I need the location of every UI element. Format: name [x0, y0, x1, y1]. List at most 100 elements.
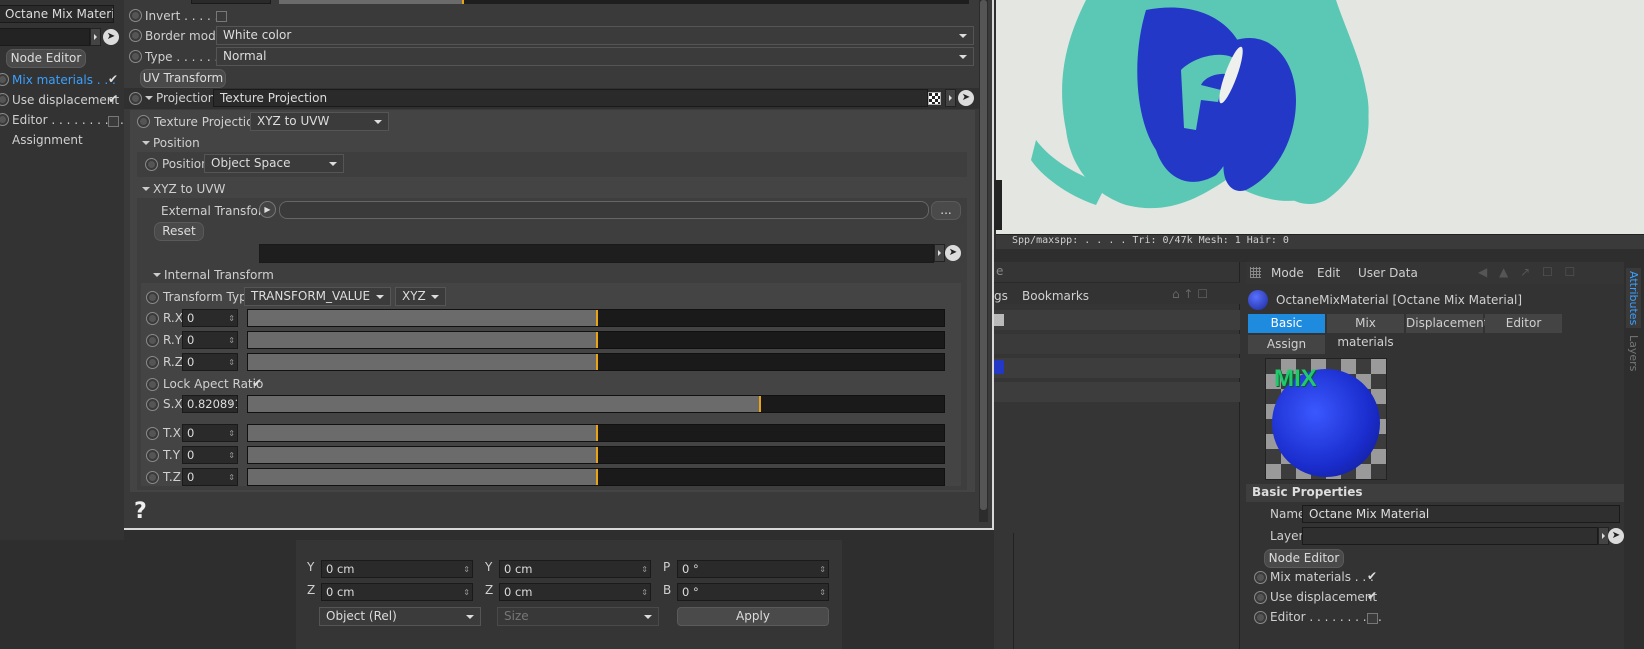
projection-radio[interactable]	[129, 92, 142, 105]
left-node-editor-button[interactable]: Node Editor	[6, 49, 86, 68]
row-rx-value-field[interactable]: 0	[182, 309, 238, 327]
side-tab-attributes[interactable]: Attributes	[1626, 268, 1641, 329]
attr-mix-materials-radio[interactable]	[1254, 571, 1267, 584]
name-field[interactable]: Octane Mix Material	[1302, 505, 1620, 523]
row-tz-slider[interactable]	[247, 468, 945, 486]
row-tx-value-field[interactable]: 0	[182, 424, 238, 442]
bookmarks-menu[interactable]: Bookmarks	[1022, 289, 1089, 303]
basic-properties-header[interactable]: Basic Properties	[1246, 484, 1624, 502]
use-displacement-check-icon[interactable]: ✔	[108, 92, 118, 106]
coordinate-mode-dropdown[interactable]: Object (Rel)	[319, 607, 481, 626]
tab-partial-tags[interactable]: gs	[994, 289, 1008, 303]
tab-mix-materials[interactable]: Mix materials	[1327, 314, 1404, 349]
reset-button[interactable]: Reset	[154, 222, 204, 241]
type-radio[interactable]	[129, 50, 142, 63]
menu-edit[interactable]: Edit	[1317, 266, 1340, 280]
material-title-field[interactable]: Octane Mix Material	[0, 5, 114, 23]
external-transform-field[interactable]	[279, 201, 929, 219]
attr-use-displacement-radio[interactable]	[1254, 591, 1267, 604]
slider-marker[interactable]	[596, 354, 598, 370]
row-tz-value-field[interactable]: 0	[182, 468, 238, 486]
row-ty-value-field[interactable]: 0	[182, 446, 238, 464]
row-sx-value-field[interactable]: 0.820891	[182, 395, 238, 413]
projection-pick-icon[interactable]: ➤	[958, 90, 974, 106]
use-displacement-radio[interactable]	[0, 93, 9, 106]
row-rx-radio[interactable]	[146, 312, 159, 325]
invert-checkbox[interactable]	[216, 11, 227, 22]
attr-editor-checkbox[interactable]	[1367, 613, 1378, 624]
menu-mode[interactable]: Mode	[1271, 266, 1304, 280]
projection-label[interactable]: Projection	[145, 91, 215, 105]
tab-displacement[interactable]: Displacement	[1406, 314, 1489, 333]
row-ry-radio[interactable]	[146, 334, 159, 347]
row-ty-radio[interactable]	[146, 449, 159, 462]
rotation-b-field[interactable]: 0 °	[677, 583, 829, 601]
position-radio[interactable]	[145, 158, 158, 171]
projection-value-field[interactable]: Texture Projection	[213, 89, 928, 107]
row-rz-value-field[interactable]: 0	[182, 353, 238, 371]
slider-marker[interactable]	[596, 310, 598, 326]
side-tab-layers[interactable]: Layers	[1626, 332, 1641, 374]
row-rz-radio[interactable]	[146, 356, 159, 369]
texture-projection-dropdown[interactable]: XYZ to UVW	[250, 112, 389, 131]
row-rz-slider[interactable]	[247, 353, 945, 371]
left-field-arrow[interactable]	[90, 28, 101, 46]
position-group-header[interactable]: Position	[142, 136, 200, 150]
tab-basic[interactable]: Basic	[1248, 314, 1325, 333]
border-mode-radio[interactable]	[129, 29, 142, 42]
row-ty-slider[interactable]	[247, 446, 945, 464]
object-row[interactable]	[994, 310, 1240, 330]
uv-transform-button[interactable]: UV Transform	[140, 69, 226, 88]
row-rx-slider[interactable]	[247, 309, 945, 327]
tab-editor[interactable]: Editor	[1485, 314, 1562, 333]
border-mode-dropdown[interactable]: White color	[216, 26, 974, 45]
projection-arrow-button[interactable]	[945, 89, 956, 107]
lock-aspect-check-icon[interactable]: ✔	[252, 376, 262, 390]
row-tx-slider[interactable]	[247, 424, 945, 442]
size-z-field[interactable]: 0 cm	[499, 583, 651, 601]
rotation-p-field[interactable]: 0 °	[677, 560, 829, 578]
invert-radio[interactable]	[129, 9, 142, 22]
slider-marker[interactable]	[596, 425, 598, 441]
object-row[interactable]	[994, 334, 1240, 354]
dialog-scrollbar[interactable]	[979, 0, 988, 522]
row-ry-value-field[interactable]: 0	[182, 331, 238, 349]
left-empty-field[interactable]	[0, 28, 90, 46]
row-sx-radio[interactable]	[146, 398, 159, 411]
apply-button[interactable]: Apply	[677, 607, 829, 626]
position-y-field[interactable]: 0 cm	[321, 560, 473, 578]
texture-projection-radio[interactable]	[137, 115, 150, 128]
material-tag-icon[interactable]	[994, 360, 1004, 374]
nav-arrows-icon[interactable]: ⌂ ↑ ☐	[1172, 287, 1208, 301]
external-transform-arrow[interactable]: ▶	[259, 201, 276, 218]
slider-marker[interactable]	[758, 396, 761, 412]
internal-group-header[interactable]: Internal Transform	[153, 268, 274, 282]
link-field[interactable]	[259, 244, 934, 263]
external-transform-browse-button[interactable]: ...	[931, 201, 961, 220]
row-tx-radio[interactable]	[146, 427, 159, 440]
grip-icon[interactable]	[1250, 267, 1261, 278]
node-editor-button[interactable]: Node Editor	[1264, 549, 1344, 568]
top-partial-slider[interactable]	[279, 0, 969, 4]
editor-radio[interactable]	[0, 113, 9, 126]
help-icon[interactable]: ?	[134, 499, 147, 524]
size-y-field[interactable]: 0 cm	[499, 560, 651, 578]
nav-toolbar-icons[interactable]: ◀ ▲ ↗ ☐ ☐	[1478, 265, 1579, 279]
slider-marker[interactable]	[596, 332, 598, 348]
position-z-field[interactable]: 0 cm	[321, 583, 473, 601]
render-viewport[interactable]	[996, 0, 1644, 234]
link-arrow-button[interactable]	[934, 244, 945, 262]
attr-mix-materials-check-icon[interactable]: ✔	[1367, 569, 1377, 583]
lock-aspect-radio[interactable]	[146, 378, 159, 391]
row-tz-radio[interactable]	[146, 471, 159, 484]
object-row[interactable]	[994, 358, 1240, 378]
slider-marker[interactable]	[596, 469, 598, 485]
xyz-group-header[interactable]: XYZ to UVW	[142, 182, 225, 196]
tab-partial-e[interactable]: e	[996, 264, 1003, 278]
row-ry-slider[interactable]	[247, 331, 945, 349]
transform-type-dropdown[interactable]: TRANSFORM_VALUE	[244, 287, 391, 306]
layer-pick-icon[interactable]: ➤	[1608, 528, 1624, 544]
type-dropdown[interactable]: Normal	[216, 47, 974, 66]
pick-cursor-icon[interactable]: ➤	[103, 29, 119, 45]
layer-field[interactable]	[1302, 527, 1598, 545]
